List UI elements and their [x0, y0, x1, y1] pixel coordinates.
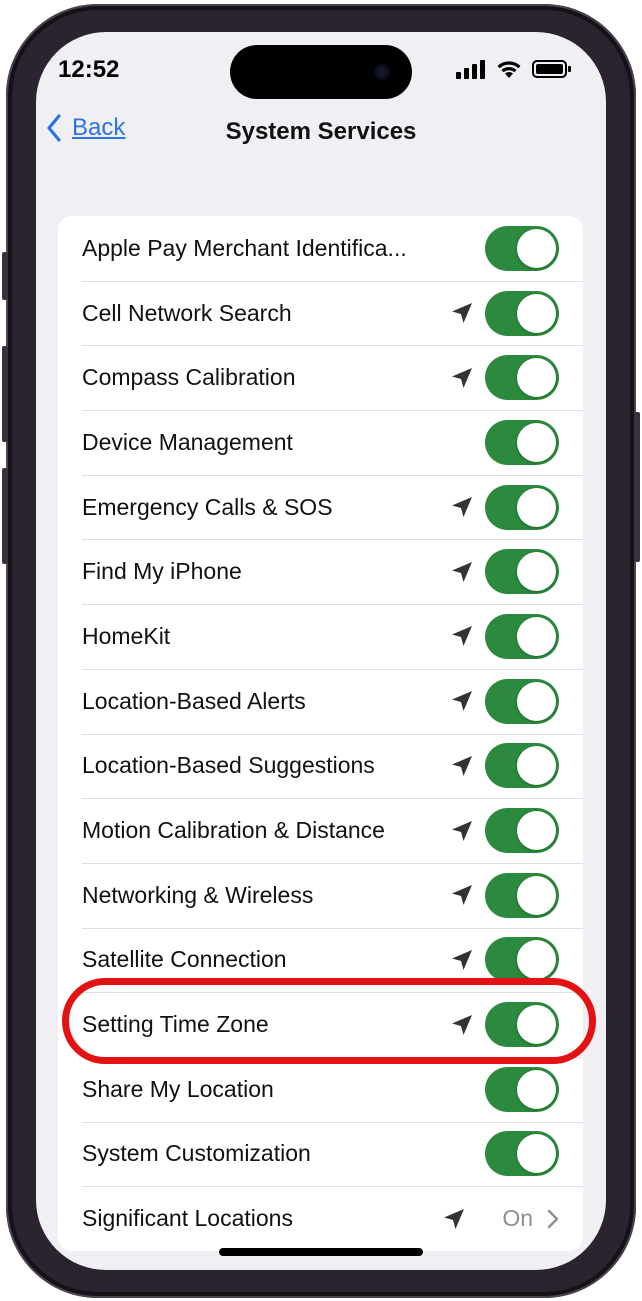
navigation-bar: Back System Services	[36, 110, 606, 158]
toggle-knob	[517, 293, 556, 333]
service-label: Motion Calibration & Distance	[82, 817, 385, 844]
toggle-knob	[517, 681, 556, 721]
service-row-setting-time-zone: Setting Time Zone	[58, 992, 583, 1057]
toggle-switch[interactable]	[485, 419, 559, 465]
service-label: System Customization	[82, 1140, 311, 1167]
cellular-signal-icon	[456, 60, 485, 79]
toggle-switch[interactable]	[485, 613, 559, 659]
toggle-switch[interactable]	[485, 1002, 559, 1048]
service-row-find-my-iphone: Find My iPhone	[58, 539, 583, 604]
toggle-knob	[517, 1134, 556, 1174]
toggle-knob	[517, 616, 556, 656]
service-label: Cell Network Search	[82, 299, 292, 326]
toggle-knob	[517, 1005, 556, 1045]
service-label: Setting Time Zone	[82, 1011, 269, 1038]
page-title: System Services	[225, 118, 417, 145]
location-arrow-icon	[452, 885, 472, 906]
toggle-knob	[517, 811, 556, 851]
service-label: Compass Calibration	[82, 364, 296, 391]
action-button	[2, 252, 8, 300]
toggle-switch[interactable]	[485, 1066, 559, 1112]
status-icons	[456, 59, 572, 79]
toggle-switch[interactable]	[485, 484, 559, 530]
power-button	[634, 412, 640, 562]
volume-down-button	[2, 468, 8, 564]
toggle-knob	[517, 1069, 556, 1109]
service-row-system-customization: System Customization	[58, 1121, 583, 1187]
location-arrow-icon	[444, 1208, 464, 1229]
service-row-emergency-calls-sos: Emergency Calls & SOS	[58, 474, 583, 540]
toggle-knob	[517, 746, 556, 786]
location-arrow-icon	[452, 820, 472, 841]
location-arrow-icon	[452, 626, 472, 647]
service-row-compass-calibration: Compass Calibration	[58, 345, 583, 410]
location-arrow-icon	[452, 1014, 472, 1035]
toggle-knob	[517, 552, 556, 592]
battery-icon	[532, 60, 571, 78]
service-label: HomeKit	[82, 622, 171, 649]
service-row-location-based-alerts: Location-Based Alerts	[58, 668, 583, 734]
service-row-homekit: HomeKit	[58, 604, 583, 669]
service-label: Device Management	[82, 428, 293, 455]
toggle-knob	[517, 358, 556, 398]
service-row-device-management: Device Management	[58, 410, 583, 475]
location-arrow-icon	[452, 561, 472, 582]
chevron-right-icon	[547, 1209, 559, 1228]
toggle-knob	[517, 487, 556, 527]
service-row-motion-calibration: Motion Calibration & Distance	[58, 798, 583, 863]
toggle-switch[interactable]	[485, 743, 559, 789]
service-label: Emergency Calls & SOS	[82, 493, 333, 520]
toggle-knob	[517, 940, 556, 980]
service-row-apple-pay-merchant: Apple Pay Merchant Identifica...	[58, 216, 583, 281]
service-label: Networking & Wireless	[82, 881, 314, 908]
services-list: Apple Pay Merchant Identifica... Cell Ne…	[58, 216, 583, 1251]
status-time: 12:52	[58, 56, 120, 83]
dynamic-island	[230, 45, 412, 99]
significant-locations-value: On	[502, 1205, 533, 1232]
location-arrow-icon	[452, 367, 472, 388]
toggle-switch[interactable]	[485, 549, 559, 595]
home-indicator	[219, 1248, 423, 1256]
service-label: Location-Based Suggestions	[82, 752, 375, 779]
location-arrow-icon	[452, 691, 472, 712]
location-arrow-icon	[452, 949, 472, 970]
service-row-cell-network-search: Cell Network Search	[58, 280, 583, 346]
location-arrow-icon	[452, 303, 472, 324]
location-arrow-icon	[452, 755, 472, 776]
service-row-significant-locations[interactable]: Significant Locations On	[58, 1186, 583, 1251]
front-camera-icon	[374, 64, 390, 80]
service-label: Share My Location	[82, 1075, 274, 1102]
service-label: Apple Pay Merchant Identifica...	[82, 234, 407, 261]
toggle-knob	[517, 422, 556, 462]
toggle-switch[interactable]	[485, 1131, 559, 1177]
service-row-share-my-location: Share My Location	[58, 1056, 583, 1122]
service-label: Significant Locations	[82, 1205, 293, 1232]
toggle-switch[interactable]	[485, 355, 559, 401]
location-arrow-icon	[452, 497, 472, 518]
service-label: Satellite Connection	[82, 946, 287, 973]
toggle-knob	[517, 875, 556, 915]
wifi-icon	[497, 61, 521, 78]
toggle-switch[interactable]	[485, 225, 559, 271]
toggle-switch[interactable]	[485, 678, 559, 724]
toggle-knob	[517, 228, 556, 268]
service-label: Find My iPhone	[82, 558, 242, 585]
service-label: Location-Based Alerts	[82, 687, 306, 714]
toggle-switch[interactable]	[485, 937, 559, 983]
service-row-networking-wireless: Networking & Wireless	[58, 862, 583, 928]
service-row-satellite-connection: Satellite Connection	[58, 927, 583, 993]
toggle-switch[interactable]	[485, 290, 559, 336]
toggle-switch[interactable]	[485, 808, 559, 854]
service-row-location-based-suggestions: Location-Based Suggestions	[58, 733, 583, 799]
toggle-switch[interactable]	[485, 872, 559, 918]
volume-up-button	[2, 346, 8, 442]
